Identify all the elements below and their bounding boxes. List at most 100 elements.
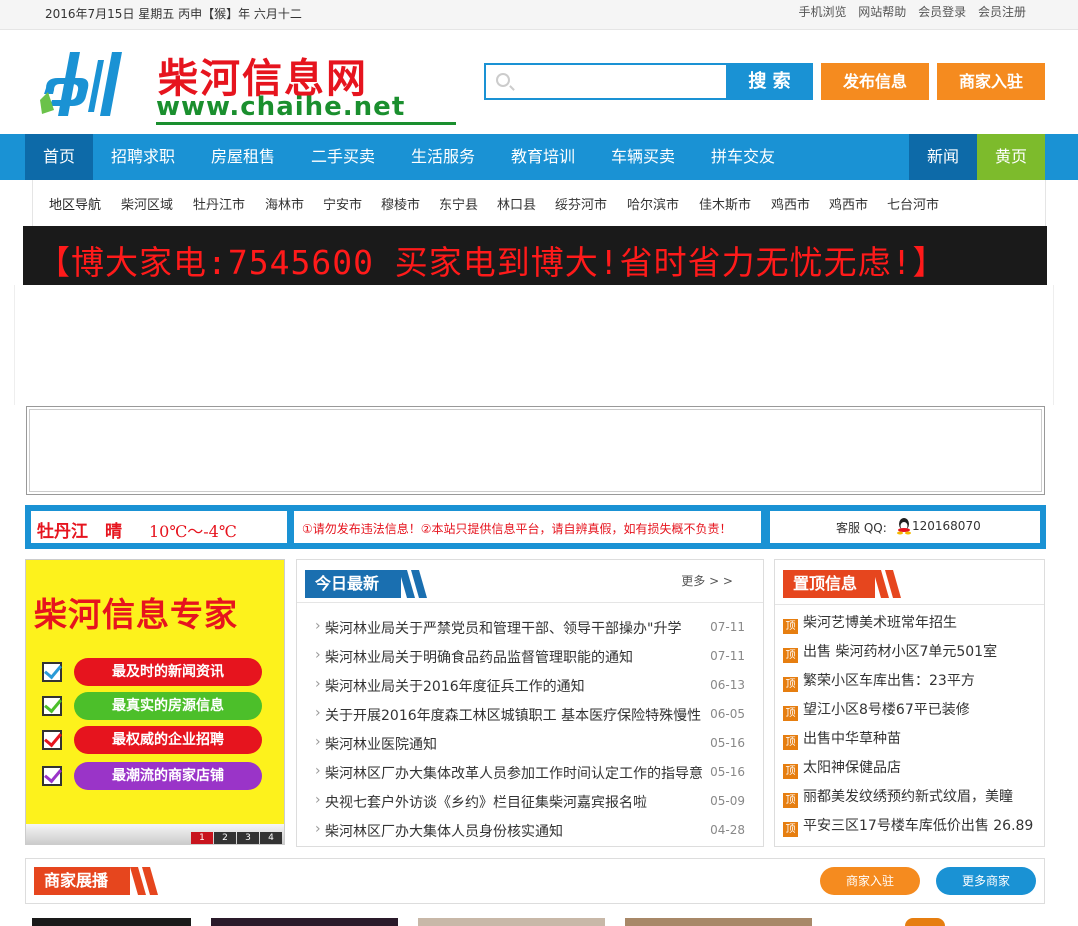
pinned-text: 柴河艺博美术班常年招生 <box>803 615 957 631</box>
news-date: 05-16 <box>710 736 745 750</box>
region-item[interactable]: 佳木斯市 <box>699 194 751 213</box>
pinned-row[interactable]: 顶出售 柴河药材小区7单元501室 <box>783 641 1041 663</box>
merchant-thumbnail[interactable] <box>418 918 605 926</box>
nav-secondhand[interactable]: 二手买卖 <box>298 134 388 180</box>
news-row[interactable]: 央视七套户外访谈《乡约》栏目征集柴河嘉宾报名啦 05-09 <box>315 792 745 812</box>
news-title: 央视七套户外访谈《乡约》栏目征集柴河嘉宾报名啦 <box>325 795 647 811</box>
news-row[interactable]: 柴河林业局关于严禁党员和管理干部、领导干部操办"升学 07-11 <box>315 618 745 638</box>
news-row[interactable]: 柴河林区厂办大集体人员身份核实通知 04-28 <box>315 821 745 841</box>
pinned-badge-icon: 顶 <box>783 735 798 750</box>
news-title: 柴河林业局关于2016年度征兵工作的通知 <box>325 679 585 695</box>
region-item[interactable]: 鸡西市 <box>771 194 810 213</box>
pager-dot[interactable]: 3 <box>237 832 259 844</box>
nav-jobs[interactable]: 招聘求职 <box>98 134 188 180</box>
region-label: 地区导航 <box>49 198 102 213</box>
service-qq-number[interactable]: 120168070 <box>912 519 981 533</box>
region-item[interactable]: 柴河区域 <box>121 194 173 213</box>
region-item[interactable]: 七台河市 <box>887 194 939 213</box>
nav-carpool[interactable]: 拼车交友 <box>698 134 788 180</box>
nav-vehicles[interactable]: 车辆买卖 <box>598 134 688 180</box>
news-row[interactable]: 柴河林区厂办大集体改革人员参加工作时间认定工作的指导意 05-16 <box>315 763 745 783</box>
news-date: 07-11 <box>710 649 745 663</box>
pinned-row[interactable]: 顶望江小区8号楼67平已装修 <box>783 699 1041 721</box>
stripe-decoration <box>873 570 901 598</box>
merchant-thumbnail[interactable] <box>211 918 398 926</box>
pinned-badge-icon: 顶 <box>783 764 798 779</box>
pinned-row[interactable]: 顶太阳神保健品店 <box>783 757 1041 779</box>
pager-dot[interactable]: 4 <box>260 832 282 844</box>
scrolling-ad-banner[interactable]: 【博大家电:7545600 买家电到博大!省时省力无忧无虑!】 <box>23 226 1047 285</box>
news-date: 05-09 <box>710 794 745 808</box>
pinned-row[interactable]: 顶平安三区17号楼车库低价出售 26.89 <box>783 815 1041 837</box>
logo-icon[interactable] <box>40 50 140 120</box>
publish-button[interactable]: 发布信息 <box>821 63 929 100</box>
divider <box>297 602 763 603</box>
nav-news[interactable]: 新闻 <box>909 134 977 180</box>
pinned-text: 出售 柴河药材小区7单元501室 <box>803 644 998 660</box>
promo-title: 柴河信息专家 <box>34 595 238 634</box>
news-date: 07-11 <box>710 620 745 634</box>
latest-news-panel: 今日最新 更多 > > 柴河林业局关于严禁党员和管理干部、领导干部操办"升学 07… <box>296 559 764 847</box>
region-item[interactable]: 林口县 <box>497 194 536 213</box>
merchant-thumbnail[interactable] <box>625 918 812 926</box>
pinned-text: 丽都美发纹绣预约新式纹眉，美瞳 <box>803 789 1013 805</box>
merchant-thumbnail[interactable] <box>905 918 945 926</box>
news-row[interactable]: 柴河林业局关于2016年度征兵工作的通知 06-13 <box>315 676 745 696</box>
stripe-decoration <box>130 867 158 895</box>
pinned-row[interactable]: 顶柴河艺博美术班常年招生 <box>783 612 1041 634</box>
nav-housing[interactable]: 房屋租售 <box>198 134 288 180</box>
mobile-link[interactable]: 手机浏览 <box>798 5 846 19</box>
search-input[interactable] <box>484 63 728 100</box>
logo-underline <box>156 122 456 125</box>
region-item[interactable]: 哈尔滨市 <box>627 194 679 213</box>
nav-life-service[interactable]: 生活服务 <box>398 134 488 180</box>
news-row[interactable]: 柴河林业医院通知 05-16 <box>315 734 745 754</box>
region-item[interactable]: 鸡西市 <box>829 194 868 213</box>
more-merchants-button[interactable]: 更多商家 <box>936 867 1036 895</box>
news-row[interactable]: 关于开展2016年度森工林区城镇职工 基本医疗保险特殊慢性 06-05 <box>315 705 745 725</box>
nav-yellow-pages[interactable]: 黄页 <box>977 134 1045 180</box>
pager-dot[interactable]: 2 <box>214 832 236 844</box>
pager-dot[interactable]: 1 <box>191 832 213 844</box>
news-row[interactable]: 柴河林业局关于明确食品药品监督管理职能的通知 07-11 <box>315 647 745 667</box>
news-title: 柴河林业局关于明确食品药品监督管理职能的通知 <box>325 650 633 666</box>
info-strip: 牡丹江 晴 10℃～-4℃ ①请勿发布违法信息！②本站只提供信息平台，请自辨真假… <box>25 505 1046 549</box>
pinned-row[interactable]: 顶丽都美发纹绣预约新式纹眉，美瞳 <box>783 786 1041 808</box>
check-icon <box>42 730 62 750</box>
region-item[interactable]: 牡丹江市 <box>193 194 245 213</box>
pinned-text: 望江小区8号楼67平已装修 <box>803 702 970 718</box>
pinned-row[interactable]: 顶繁荣小区车库出售：23平方 <box>783 670 1041 692</box>
qq-icon[interactable] <box>896 517 912 535</box>
region-item[interactable]: 宁安市 <box>323 194 362 213</box>
service-label: 客服 QQ: <box>836 521 887 535</box>
pinned-text: 平安三区17号楼车库低价出售 26.89 <box>803 818 1034 834</box>
pinned-title: 置顶信息 <box>783 570 875 598</box>
pinned-badge-icon: 顶 <box>783 822 798 837</box>
pinned-text: 繁荣小区车库出售：23平方 <box>803 673 975 689</box>
weather-temp: 10℃～-4℃ <box>149 522 237 541</box>
nav-home[interactable]: 首页 <box>25 134 93 180</box>
pinned-row[interactable]: 顶出售中华草种苗 <box>783 728 1041 750</box>
merchant-join-button[interactable]: 商家入驻 <box>937 63 1045 100</box>
help-link[interactable]: 网站帮助 <box>858 5 906 19</box>
news-title: 关于开展2016年度森工林区城镇职工 基本医疗保险特殊慢性 <box>325 708 702 724</box>
search-icon <box>496 73 510 87</box>
region-item[interactable]: 穆棱市 <box>381 194 420 213</box>
notice-text: ①请勿发布违法信息！②本站只提供信息平台，请自辨真假，如有损失概不负责！ <box>302 522 732 536</box>
search-button[interactable]: 搜 索 <box>726 63 813 100</box>
region-item[interactable]: 海林市 <box>265 194 304 213</box>
merchant-showcase: 商家展播 商家入驻 更多商家 <box>25 858 1045 904</box>
promo-slideshow[interactable]: 柴河信息专家 最及时的新闻资讯 最真实的房源信息 最权威的企业招聘 最潮流的商家… <box>25 559 285 845</box>
nav-education[interactable]: 教育培训 <box>498 134 588 180</box>
merchant-thumbnail[interactable] <box>32 918 191 926</box>
news-date: 05-16 <box>710 765 745 779</box>
banner-text: 【博大家电:7545600 买家电到博大!省时省力无忧无虑!】 <box>37 243 947 282</box>
latest-more-link[interactable]: 更多 > > <box>681 572 733 589</box>
merchant-join-pill-button[interactable]: 商家入驻 <box>820 867 920 895</box>
login-link[interactable]: 会员登录 <box>918 5 966 19</box>
news-date: 06-13 <box>710 678 745 692</box>
check-icon <box>42 662 62 682</box>
region-item[interactable]: 绥芬河市 <box>555 194 607 213</box>
register-link[interactable]: 会员注册 <box>978 5 1026 19</box>
region-item[interactable]: 东宁县 <box>439 194 478 213</box>
